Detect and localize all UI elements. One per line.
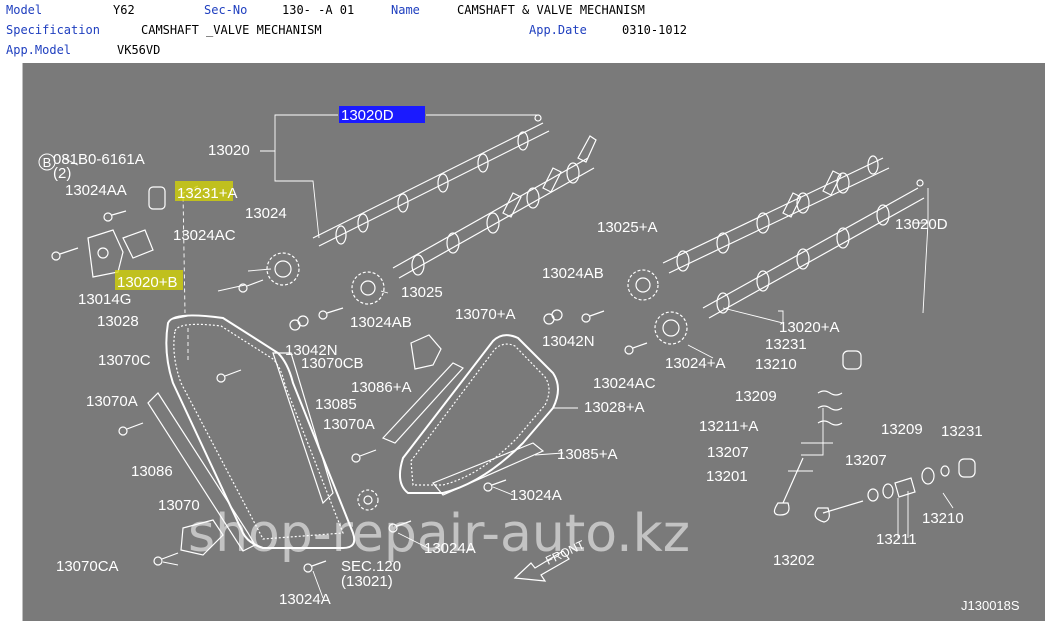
- callout-13231[interactable]: 13231: [941, 423, 983, 440]
- bolt-marker-b: B: [43, 155, 52, 170]
- appmodel-value: VK56VD: [117, 43, 161, 57]
- timing-chain-13028-a-drawing: [398, 334, 559, 494]
- callout-13231[interactable]: 13231: [765, 336, 807, 353]
- callout-13209[interactable]: 13209: [881, 421, 923, 438]
- sprocket-13025-drawing: [351, 271, 385, 305]
- solenoid-13020-b-drawing: [122, 229, 154, 259]
- callout-13025[interactable]: 13025: [401, 284, 443, 301]
- camshaft-lower-left-drawing: [392, 135, 597, 279]
- spec-value: CAMSHAFT _VALVE MECHANISM: [141, 23, 322, 37]
- callout-13070c[interactable]: 13070C: [98, 352, 151, 369]
- spec-label: Specification: [6, 23, 100, 37]
- appdate-value: 0310-1012: [622, 23, 688, 37]
- callout-13070a[interactable]: 13070A: [86, 393, 138, 410]
- callout-13020d[interactable]: 13020D: [895, 216, 948, 233]
- callout-13070-a[interactable]: 13070+A: [455, 306, 515, 323]
- bracket-13014g-drawing: [87, 229, 124, 278]
- callout-13028-a[interactable]: 13028+A: [584, 399, 644, 416]
- secno-label: Sec-No: [204, 3, 248, 17]
- secno-value: 130- -A 01: [282, 3, 355, 17]
- callout-13070cb[interactable]: 13070CB: [301, 355, 364, 372]
- callout-13014g[interactable]: 13014G: [78, 291, 131, 308]
- callout-13070a[interactable]: 13070A: [323, 416, 375, 433]
- callout-13020-b[interactable]: 13020+B: [117, 274, 177, 291]
- callout-13025-a[interactable]: 13025+A: [597, 219, 657, 236]
- callout-13211-a[interactable]: 13211+A: [699, 418, 758, 435]
- callout-13086[interactable]: 13086: [131, 463, 173, 480]
- callout-13024aa[interactable]: 13024AA: [65, 182, 127, 199]
- callout-13207[interactable]: 13207: [707, 444, 749, 461]
- callout-13024ab[interactable]: 13024AB: [542, 265, 604, 282]
- sprocket-13024-a-drawing: [654, 311, 688, 345]
- callout-13210[interactable]: 13210: [922, 510, 964, 527]
- callout-13209[interactable]: 13209: [735, 388, 777, 405]
- header-bar: Model Y62 Sec-No 130- -A 01 Name CAMSHAF…: [0, 0, 1045, 62]
- callout-j130018s[interactable]: J130018S: [961, 598, 1020, 613]
- name-value: CAMSHAFT & VALVE MECHANISM: [457, 3, 645, 17]
- parts-diagram: 13020D13020081B0-6161A(2)13024AA 13231+A1…: [38, 106, 1020, 613]
- callout--2[interactable]: (2): [53, 165, 71, 182]
- camshaft-13020-a-drawing: [662, 155, 890, 274]
- callout-13042n[interactable]: 13042N: [542, 333, 595, 350]
- camshaft-right-lower-drawing: [702, 179, 925, 319]
- model-value: Y62: [113, 3, 135, 17]
- model-label: Model: [6, 3, 43, 17]
- spring-13209-drawing: [817, 390, 843, 426]
- sprocket-13024-drawing: [266, 252, 300, 286]
- tensioner-13070-a-drawing: [410, 334, 442, 370]
- camshaft-13020-drawing: [312, 114, 550, 247]
- left-gutter: [0, 63, 22, 621]
- callout-13020-a[interactable]: 13020+A: [779, 319, 839, 336]
- valve-13202-drawing: [814, 500, 864, 523]
- callout-13028[interactable]: 13028: [97, 313, 139, 330]
- callout-13086-a[interactable]: 13086+A: [351, 379, 411, 396]
- callout-13085[interactable]: 13085: [315, 396, 357, 413]
- callout-13024-a[interactable]: 13024+A: [665, 355, 725, 372]
- callout-13207[interactable]: 13207: [845, 452, 887, 469]
- watermark: shop-repair-auto.kz: [188, 504, 690, 564]
- appmodel-label: App.Model: [6, 43, 72, 57]
- callout-13085-a[interactable]: 13085+A: [557, 446, 617, 463]
- callout-13024a[interactable]: 13024A: [510, 487, 562, 504]
- parts-diagram-panel[interactable]: 13020D 13020 081B0-6161A (2) 13024AA 13231+A 1…: [22, 63, 1045, 621]
- callout-13024ab[interactable]: 13024AB: [350, 314, 412, 331]
- callout--13021[interactable]: (13021): [341, 573, 393, 590]
- plunger-13231-a-drawing: [148, 186, 166, 210]
- callout-13024[interactable]: 13024: [245, 205, 287, 222]
- callout-13020[interactable]: 13020: [208, 142, 250, 159]
- callout-13231-a[interactable]: 13231+A: [177, 185, 237, 202]
- callout-13024ac[interactable]: 13024AC: [593, 375, 656, 392]
- valve-13201-drawing: [773, 457, 804, 516]
- callout-13024a[interactable]: 13024A: [279, 591, 331, 608]
- sprocket-13025-a-drawing: [627, 269, 659, 301]
- callout-13211[interactable]: 13211: [876, 531, 917, 548]
- lifter-13231-drawing: [842, 350, 862, 370]
- appdate-label: App.Date: [529, 23, 587, 37]
- callout-13210[interactable]: 13210: [755, 356, 797, 373]
- callout-13202[interactable]: 13202: [773, 552, 815, 569]
- callout-13024ac[interactable]: 13024AC: [173, 227, 236, 244]
- callout-13070ca[interactable]: 13070CA: [56, 558, 119, 575]
- callout-13020d[interactable]: 13020D: [341, 107, 394, 124]
- name-label: Name: [391, 3, 420, 17]
- callout-13201[interactable]: 13201: [706, 468, 748, 485]
